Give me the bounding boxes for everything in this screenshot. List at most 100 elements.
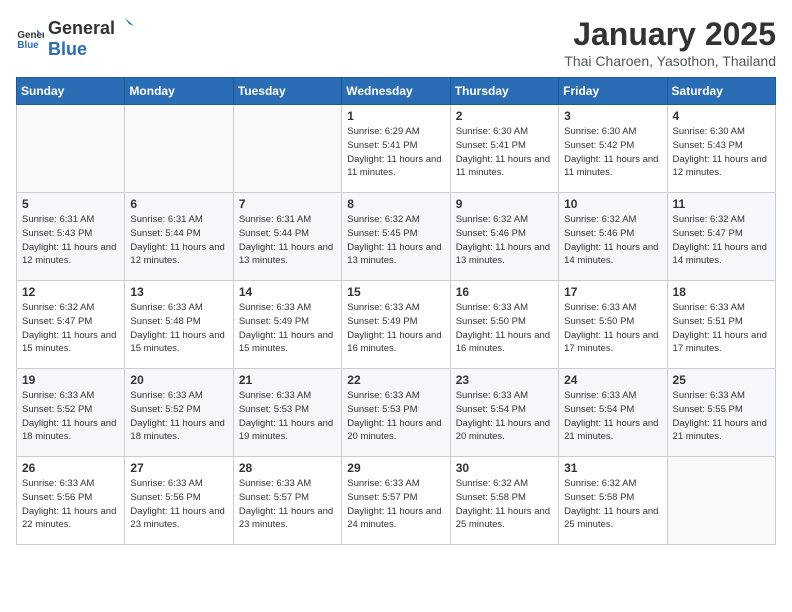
- calendar-cell: 31 Sunrise: 6:32 AMSunset: 5:58 PMDayligh…: [559, 457, 667, 545]
- day-number: 16: [456, 285, 553, 299]
- day-info: Sunrise: 6:33 AMSunset: 5:48 PMDaylight:…: [130, 301, 227, 356]
- day-number: 10: [564, 197, 661, 211]
- day-info: Sunrise: 6:31 AMSunset: 5:44 PMDaylight:…: [130, 213, 227, 268]
- day-info: Sunrise: 6:33 AMSunset: 5:57 PMDaylight:…: [239, 477, 336, 532]
- weekday-header-wednesday: Wednesday: [342, 78, 450, 105]
- day-number: 5: [22, 197, 119, 211]
- day-number: 28: [239, 461, 336, 475]
- calendar-cell: [667, 457, 775, 545]
- day-info: Sunrise: 6:29 AMSunset: 5:41 PMDaylight:…: [347, 125, 444, 180]
- calendar-cell: 7Sunrise: 6:31 AMSunset: 5:44 PMDaylight…: [233, 193, 341, 281]
- logo-general: General: [48, 18, 115, 39]
- day-number: 3: [564, 109, 661, 123]
- calendar-cell: 10 Sunrise: 6:32 AMSunset: 5:46 PMDayligh…: [559, 193, 667, 281]
- calendar-cell: 17 Sunrise: 6:33 AMSunset: 5:50 PMDayligh…: [559, 281, 667, 369]
- calendar-cell: 30 Sunrise: 6:32 AMSunset: 5:58 PMDayligh…: [450, 457, 558, 545]
- day-info: Sunrise: 6:32 AMSunset: 5:58 PMDaylight:…: [456, 477, 553, 532]
- calendar-cell: 11 Sunrise: 6:32 AMSunset: 5:47 PMDayligh…: [667, 193, 775, 281]
- day-info: Sunrise: 6:33 AMSunset: 5:53 PMDaylight:…: [347, 389, 444, 444]
- logo-icon: General Blue: [16, 24, 44, 52]
- day-info: Sunrise: 6:30 AMSunset: 5:41 PMDaylight:…: [456, 125, 553, 180]
- day-number: 24: [564, 373, 661, 387]
- calendar-cell: 18Sunrise: 6:33 AMSunset: 5:51 PMDayligh…: [667, 281, 775, 369]
- day-info: Sunrise: 6:33 AMSunset: 5:53 PMDaylight:…: [239, 389, 336, 444]
- calendar-cell: 13 Sunrise: 6:33 AMSunset: 5:48 PMDayligh…: [125, 281, 233, 369]
- day-number: 20: [130, 373, 227, 387]
- day-number: 17: [564, 285, 661, 299]
- day-info: Sunrise: 6:32 AMSunset: 5:58 PMDaylight:…: [564, 477, 661, 532]
- weekday-header-friday: Friday: [559, 78, 667, 105]
- day-number: 6: [130, 197, 227, 211]
- calendar-cell: [17, 105, 125, 193]
- logo-blue: Blue: [48, 39, 87, 59]
- day-info: Sunrise: 6:33 AMSunset: 5:56 PMDaylight:…: [22, 477, 119, 532]
- day-number: 26: [22, 461, 119, 475]
- title-area: January 2025 Thai Charoen, Yasothon, Tha…: [564, 16, 776, 69]
- day-info: Sunrise: 6:32 AMSunset: 5:46 PMDaylight:…: [564, 213, 661, 268]
- weekday-header-saturday: Saturday: [667, 78, 775, 105]
- calendar-table: SundayMondayTuesdayWednesdayThursdayFrid…: [16, 77, 776, 545]
- day-number: 15: [347, 285, 444, 299]
- calendar-cell: 16 Sunrise: 6:33 AMSunset: 5:50 PMDayligh…: [450, 281, 558, 369]
- calendar-cell: 2Sunrise: 6:30 AMSunset: 5:41 PMDaylight…: [450, 105, 558, 193]
- day-number: 22: [347, 373, 444, 387]
- day-info: Sunrise: 6:33 AMSunset: 5:50 PMDaylight:…: [564, 301, 661, 356]
- calendar-cell: 20 Sunrise: 6:33 AMSunset: 5:52 PMDayligh…: [125, 369, 233, 457]
- calendar-cell: [233, 105, 341, 193]
- calendar-cell: 1 Sunrise: 6:29 AMSunset: 5:41 PMDaylight…: [342, 105, 450, 193]
- logo-bird-icon: [116, 16, 134, 34]
- day-number: 7: [239, 197, 336, 211]
- day-number: 31: [564, 461, 661, 475]
- day-number: 13: [130, 285, 227, 299]
- day-info: Sunrise: 6:32 AMSunset: 5:47 PMDaylight:…: [673, 213, 770, 268]
- calendar-cell: 14Sunrise: 6:33 AMSunset: 5:49 PMDayligh…: [233, 281, 341, 369]
- weekday-header-sunday: Sunday: [17, 78, 125, 105]
- day-info: Sunrise: 6:33 AMSunset: 5:50 PMDaylight:…: [456, 301, 553, 356]
- weekday-header-tuesday: Tuesday: [233, 78, 341, 105]
- day-number: 23: [456, 373, 553, 387]
- weekday-header-thursday: Thursday: [450, 78, 558, 105]
- day-info: Sunrise: 6:30 AMSunset: 5:43 PMDaylight:…: [673, 125, 770, 180]
- calendar-cell: 22 Sunrise: 6:33 AMSunset: 5:53 PMDayligh…: [342, 369, 450, 457]
- day-number: 29: [347, 461, 444, 475]
- day-number: 9: [456, 197, 553, 211]
- day-info: Sunrise: 6:33 AMSunset: 5:54 PMDaylight:…: [456, 389, 553, 444]
- day-number: 11: [673, 197, 770, 211]
- day-info: Sunrise: 6:33 AMSunset: 5:54 PMDaylight:…: [564, 389, 661, 444]
- calendar-cell: 19Sunrise: 6:33 AMSunset: 5:52 PMDayligh…: [17, 369, 125, 457]
- calendar-cell: 5Sunrise: 6:31 AMSunset: 5:43 PMDaylight…: [17, 193, 125, 281]
- calendar-cell: 4 Sunrise: 6:30 AMSunset: 5:43 PMDaylight…: [667, 105, 775, 193]
- calendar-title: January 2025: [564, 16, 776, 53]
- logo: General Blue General Blue: [16, 16, 135, 60]
- day-number: 19: [22, 373, 119, 387]
- day-number: 4: [673, 109, 770, 123]
- svg-text:Blue: Blue: [17, 40, 39, 51]
- header: General Blue General Blue January 2025 T…: [16, 16, 776, 69]
- day-number: 25: [673, 373, 770, 387]
- day-info: Sunrise: 6:33 AMSunset: 5:55 PMDaylight:…: [673, 389, 770, 444]
- day-number: 14: [239, 285, 336, 299]
- calendar-cell: 8 Sunrise: 6:32 AMSunset: 5:45 PMDaylight…: [342, 193, 450, 281]
- day-info: Sunrise: 6:33 AMSunset: 5:52 PMDaylight:…: [130, 389, 227, 444]
- day-number: 30: [456, 461, 553, 475]
- calendar-subtitle: Thai Charoen, Yasothon, Thailand: [564, 53, 776, 69]
- calendar-cell: 26 Sunrise: 6:33 AMSunset: 5:56 PMDayligh…: [17, 457, 125, 545]
- calendar-cell: [125, 105, 233, 193]
- calendar-cell: 23 Sunrise: 6:33 AMSunset: 5:54 PMDayligh…: [450, 369, 558, 457]
- day-number: 12: [22, 285, 119, 299]
- calendar-cell: 6 Sunrise: 6:31 AMSunset: 5:44 PMDaylight…: [125, 193, 233, 281]
- day-info: Sunrise: 6:33 AMSunset: 5:49 PMDaylight:…: [347, 301, 444, 356]
- calendar-cell: 3Sunrise: 6:30 AMSunset: 5:42 PMDaylight…: [559, 105, 667, 193]
- day-info: Sunrise: 6:32 AMSunset: 5:47 PMDaylight:…: [22, 301, 119, 356]
- day-number: 18: [673, 285, 770, 299]
- calendar-cell: 12 Sunrise: 6:32 AMSunset: 5:47 PMDayligh…: [17, 281, 125, 369]
- calendar-cell: 25 Sunrise: 6:33 AMSunset: 5:55 PMDayligh…: [667, 369, 775, 457]
- calendar-cell: 21Sunrise: 6:33 AMSunset: 5:53 PMDayligh…: [233, 369, 341, 457]
- day-info: Sunrise: 6:32 AMSunset: 5:45 PMDaylight:…: [347, 213, 444, 268]
- calendar-cell: 28 Sunrise: 6:33 AMSunset: 5:57 PMDayligh…: [233, 457, 341, 545]
- day-number: 1: [347, 109, 444, 123]
- calendar-cell: 27Sunrise: 6:33 AMSunset: 5:56 PMDayligh…: [125, 457, 233, 545]
- day-info: Sunrise: 6:33 AMSunset: 5:56 PMDaylight:…: [130, 477, 227, 532]
- calendar-cell: 24 Sunrise: 6:33 AMSunset: 5:54 PMDayligh…: [559, 369, 667, 457]
- day-number: 8: [347, 197, 444, 211]
